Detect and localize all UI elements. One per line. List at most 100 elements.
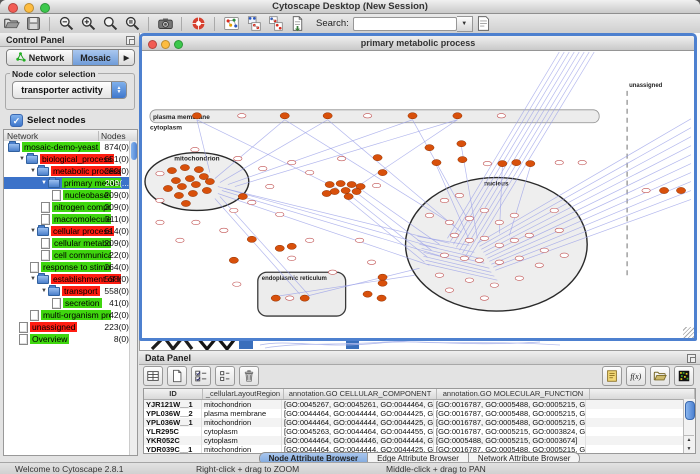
table-row[interactable]: YLR295Ccytoplasm[GO:0045263, GO:0044464,…: [144, 427, 695, 436]
tree-row[interactable]: macromolecule311(0): [4, 213, 137, 225]
tree-row-label[interactable]: macromolecule: [52, 214, 111, 224]
search-input[interactable]: [353, 17, 457, 31]
table-row[interactable]: YPL036W__2plasma membrane[GO:0044464, GO…: [144, 409, 695, 418]
tree-scrollbar[interactable]: [129, 141, 137, 455]
snapshot-icon[interactable]: [155, 15, 175, 33]
resize-grip[interactable]: [683, 327, 694, 338]
float-panel-icon[interactable]: [126, 36, 135, 45]
float-panel-icon[interactable]: [687, 354, 696, 363]
table-scrollbar-arrows[interactable]: ▲ ▼: [684, 435, 694, 453]
annotation-icon[interactable]: [474, 15, 494, 33]
function-builder-icon[interactable]: f(x): [626, 366, 646, 386]
select-nodes-checkbox[interactable]: ✓: [10, 114, 23, 127]
tab-network[interactable]: Network: [7, 50, 73, 65]
tree-row[interactable]: cell communicat22(0): [4, 249, 137, 261]
table-row[interactable]: YKR052Ccytoplasm[GO:0044464, GO:0044446,…: [144, 436, 695, 445]
attribute-grid-icon[interactable]: [143, 366, 163, 386]
tree-row-label[interactable]: unassigned: [30, 322, 77, 332]
export-document-icon[interactable]: [287, 15, 307, 33]
tree-row-label[interactable]: secretion: [63, 298, 102, 308]
table-row[interactable]: YJR121W__1mitochondrion[GO:0045267, GO:0…: [144, 400, 695, 409]
tree-row[interactable]: nucleobase-209(0): [4, 189, 137, 201]
save-session-icon[interactable]: [23, 15, 43, 33]
tab-mosaic[interactable]: Mosaic: [73, 50, 119, 65]
tree-header-nodes[interactable]: Nodes: [99, 131, 137, 141]
network-view-window[interactable]: primary metabolic process plasma membran…: [139, 33, 697, 341]
zoom-fit-icon[interactable]: [122, 15, 142, 33]
matrix-icon[interactable]: [674, 366, 694, 386]
tree-row-label[interactable]: Overview: [30, 334, 69, 344]
zoom-in-icon[interactable]: [78, 15, 98, 33]
column-header[interactable]: _cellularLayoutRegion: [203, 389, 284, 399]
tree-row[interactable]: ▼cellular process614(0): [4, 225, 137, 237]
table-scrollbar[interactable]: ▲ ▼: [683, 399, 695, 453]
table-row[interactable]: YPL036W__1mitochondrion[GO:0044464, GO:0…: [144, 418, 695, 427]
open-file-icon[interactable]: [1, 15, 21, 33]
vizmapper-icon[interactable]: [221, 15, 241, 33]
zoom-actual-icon[interactable]: [100, 15, 120, 33]
tab-overflow-arrow-icon[interactable]: ▶: [119, 50, 134, 65]
expand-arrow-icon[interactable]: ▼: [30, 168, 36, 174]
column-header[interactable]: ID: [144, 389, 203, 399]
tree-row[interactable]: multi-organism pro42(0): [4, 309, 137, 321]
node-color-dropdown[interactable]: transporter activity ▲▼: [12, 81, 127, 99]
edge: [235, 120, 458, 187]
tree-row-label[interactable]: transport: [62, 286, 100, 296]
import-network-icon[interactable]: [265, 15, 285, 33]
cytoscape-application: Cytoscape Desktop (New Session) Search: …: [0, 0, 700, 474]
delete-attribute-icon[interactable]: [239, 366, 259, 386]
status-pan-hint: Middle-click + drag to PAN: [386, 464, 486, 474]
column-header[interactable]: [590, 389, 695, 399]
status-bar: Welcome to Cytoscape 2.8.1 Right-click +…: [0, 462, 700, 474]
scroll-up-icon[interactable]: ▲: [687, 437, 692, 443]
column-header[interactable]: annotation.GO MOLECULAR_FUNCTION: [437, 389, 590, 399]
search-dropdown-arrow-icon[interactable]: ▼: [457, 16, 473, 32]
tree-row[interactable]: secretion41(0): [4, 297, 137, 309]
table-scrollbar-thumb[interactable]: [685, 401, 695, 420]
tree-row[interactable]: cellular metabo209(0): [4, 237, 137, 249]
import-attributes-icon[interactable]: [650, 366, 670, 386]
tree-row[interactable]: Overview8(0): [4, 333, 137, 345]
network-tree: mosaic-demo-yeast874(0) ▼ biological_proce…: [3, 141, 138, 456]
tree-scrollbar-thumb[interactable]: [131, 142, 137, 160]
expand-arrow-icon[interactable]: ▼: [41, 288, 47, 294]
node: [322, 190, 331, 196]
tree-row-label[interactable]: multi-organism pro: [41, 310, 111, 320]
expand-arrow-icon[interactable]: ▼: [19, 156, 25, 162]
tree-row-label[interactable]: cell communicat: [52, 250, 111, 260]
tree-row[interactable]: ▼primary metabo209(...: [4, 177, 137, 189]
tree-row-label[interactable]: cellular metabo: [52, 238, 111, 248]
select-attributes-icon[interactable]: [191, 366, 211, 386]
zoom-out-icon[interactable]: [56, 15, 76, 33]
new-attribute-icon[interactable]: [167, 366, 187, 386]
tree-row[interactable]: ▼biological_process651(0): [4, 153, 137, 165]
create-network-icon[interactable]: [243, 15, 263, 33]
node-label: [510, 238, 518, 242]
network-canvas[interactable]: plasma membranecytoplasmmitochondrionnuc…: [142, 51, 694, 338]
expand-arrow-icon[interactable]: ▼: [30, 228, 36, 234]
node-label: [475, 258, 483, 262]
scroll-down-icon[interactable]: ▼: [687, 446, 692, 452]
network-window-titlebar[interactable]: primary metabolic process: [142, 36, 694, 51]
tree-row-label[interactable]: biological_process: [40, 154, 114, 164]
node: [425, 145, 434, 151]
tree-header-network[interactable]: Network: [4, 131, 99, 141]
tree-row[interactable]: unassigned223(0): [4, 321, 137, 333]
tree-row[interactable]: ▼transport558(0): [4, 285, 137, 297]
tree-row-label[interactable]: mosaic-demo-yeast: [22, 142, 100, 152]
tree-row[interactable]: ▼establishment of lo558(0): [4, 273, 137, 285]
tree-row-label[interactable]: nitrogen compo: [52, 202, 111, 212]
notes-icon[interactable]: [602, 366, 622, 386]
tree-row[interactable]: nitrogen compo209(0): [4, 201, 137, 213]
tree-row[interactable]: mosaic-demo-yeast874(0): [4, 141, 137, 153]
help-ring-icon[interactable]: [188, 15, 208, 33]
toolbar-separator: [49, 17, 50, 31]
tree-row[interactable]: response to stimulu264(0): [4, 261, 137, 273]
tree-row-label[interactable]: response to stimulu: [41, 262, 111, 272]
expand-arrow-icon[interactable]: ▼: [41, 180, 47, 186]
expand-arrow-icon[interactable]: ▼: [30, 276, 36, 282]
node-label: [440, 198, 448, 202]
attribute-list-icon[interactable]: [215, 366, 235, 386]
column-header[interactable]: annotation.GO CELLULAR_COMPONENT: [284, 389, 437, 399]
tree-row[interactable]: ▼metabolic process280(0): [4, 165, 137, 177]
